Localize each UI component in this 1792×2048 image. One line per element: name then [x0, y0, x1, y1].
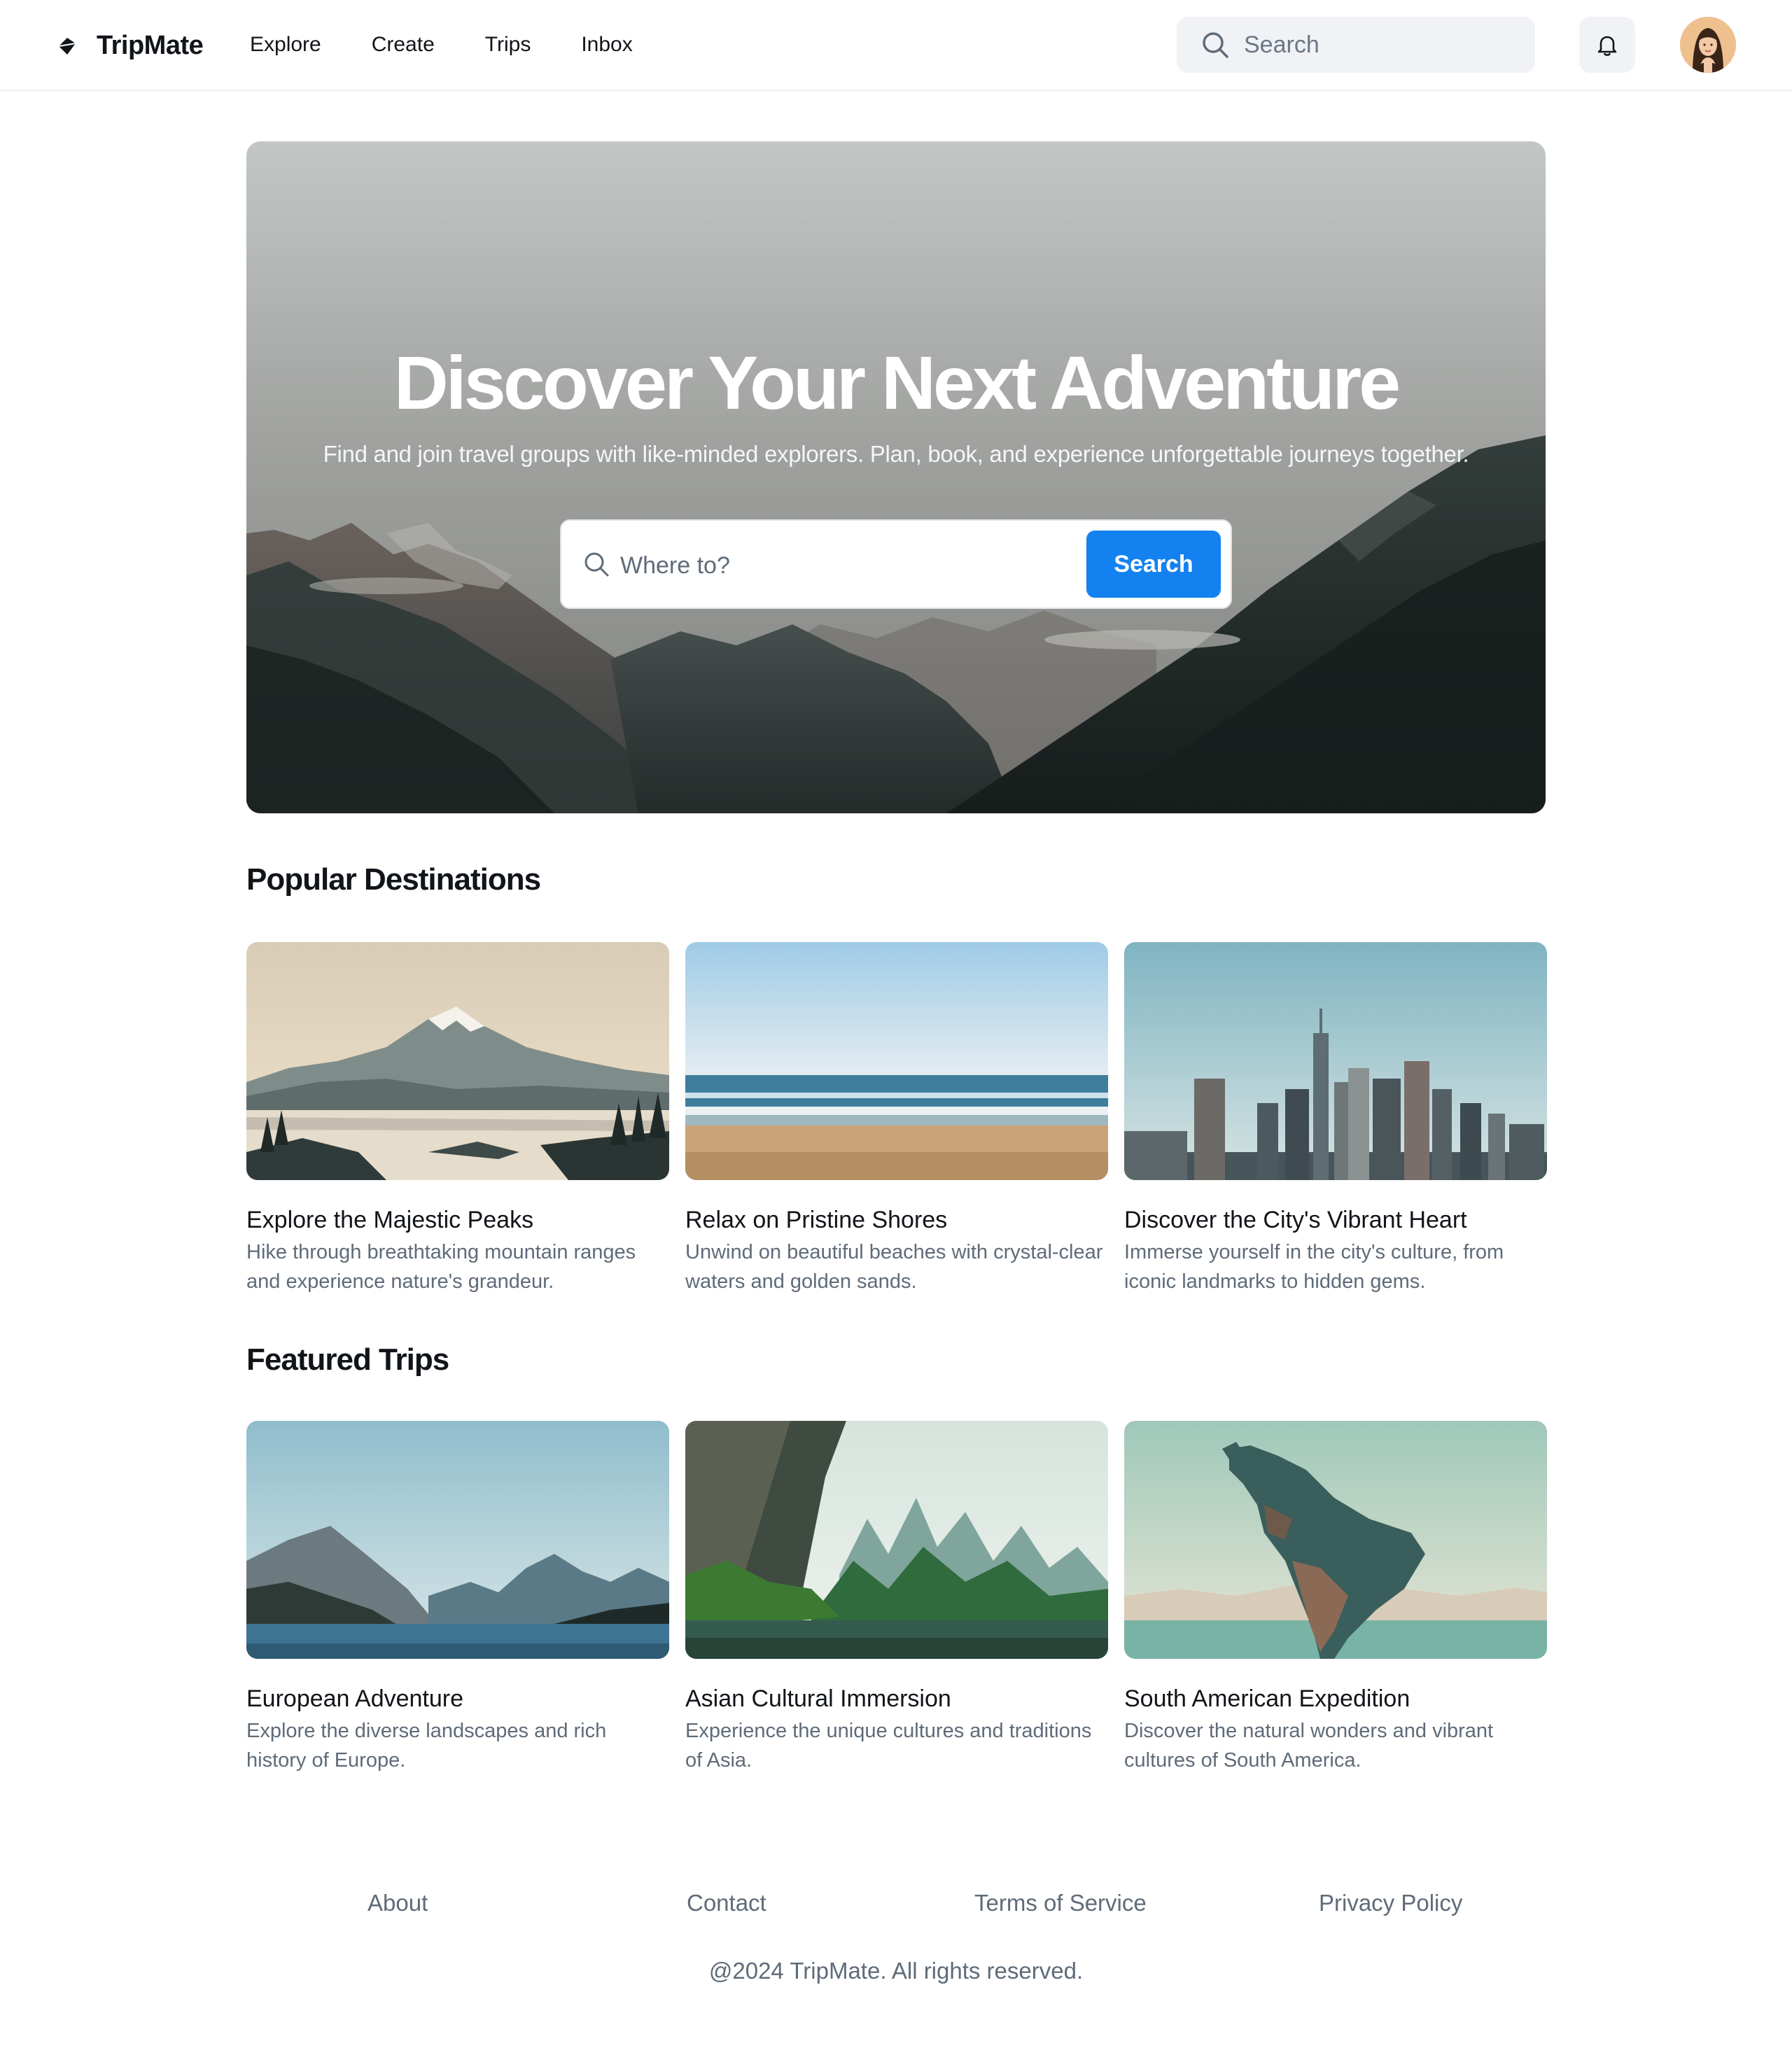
header-search[interactable]	[1177, 17, 1535, 73]
card-description: Unwind on beautiful beaches with crystal…	[685, 1241, 1103, 1293]
peaks-image	[246, 942, 669, 1180]
header-search-input[interactable]	[1244, 31, 1510, 59]
footer-link-about[interactable]: About	[368, 1890, 428, 1916]
nav-explore[interactable]: Explore	[250, 29, 321, 60]
south-america-image	[1124, 1421, 1547, 1659]
search-icon	[584, 552, 609, 577]
bell-icon	[1597, 36, 1617, 56]
popular-destinations-heading: Popular Destinations	[246, 862, 541, 897]
city-image	[1124, 942, 1547, 1180]
hero-title: Discover Your Next Adventure	[393, 340, 1401, 425]
hero-search-button[interactable]: Search	[1086, 531, 1221, 598]
user-avatar[interactable]	[1680, 17, 1736, 73]
trip-card-europe[interactable]: European Adventure Explore the diverse l…	[246, 1421, 669, 1775]
hero-mountain-image	[246, 141, 1546, 813]
card-title: European Adventure	[246, 1685, 464, 1712]
hero-banner: Discover Your Next Adventure Find and jo…	[246, 141, 1546, 813]
trip-card-asia[interactable]: Asian Cultural Immersion Experience the …	[685, 1421, 1108, 1775]
beach-image	[685, 942, 1108, 1180]
footer-link-contact[interactable]: Contact	[687, 1890, 766, 1916]
nav-create[interactable]: Create	[372, 29, 435, 60]
brand-name: TripMate	[97, 31, 204, 60]
destination-card-shores[interactable]: Relax on Pristine Shores Unwind on beaut…	[685, 942, 1108, 1296]
europe-image	[246, 1421, 669, 1659]
destination-search-box: Search	[560, 519, 1232, 609]
featured-trips-heading: Featured Trips	[246, 1342, 449, 1377]
card-description: Experience the unique cultures and tradi…	[685, 1720, 1092, 1772]
card-title: Discover the City's Vibrant Heart	[1124, 1207, 1467, 1233]
top-header: TripMate Explore Create Trips Inbox	[0, 0, 1792, 91]
card-title: Asian Cultural Immersion	[685, 1685, 951, 1712]
nav-trips[interactable]: Trips	[485, 29, 531, 60]
main-nav: Explore Create Trips Inbox	[250, 29, 683, 60]
search-icon	[1203, 32, 1228, 58]
card-description: Hike through breathtaking mountain range…	[246, 1241, 636, 1293]
card-description: Explore the diverse landscapes and rich …	[246, 1720, 607, 1772]
destination-card-peaks[interactable]: Explore the Majestic Peaks Hike through …	[246, 942, 669, 1296]
footer-link-privacy[interactable]: Privacy Policy	[1319, 1890, 1462, 1916]
destination-input[interactable]	[620, 545, 1054, 587]
brand-logo[interactable]: TripMate	[55, 31, 204, 61]
destination-card-city[interactable]: Discover the City's Vibrant Heart Immers…	[1124, 942, 1547, 1296]
logo-icon	[58, 37, 76, 55]
card-description: Discover the natural wonders and vibrant…	[1124, 1720, 1494, 1772]
card-description: Immerse yourself in the city's culture, …	[1124, 1241, 1504, 1293]
copyright-text: @2024 TripMate. All rights reserved.	[708, 1958, 1084, 1984]
card-title: South American Expedition	[1124, 1685, 1410, 1712]
notifications-button[interactable]	[1579, 17, 1635, 73]
asia-image	[685, 1421, 1108, 1659]
card-title: Explore the Majestic Peaks	[246, 1207, 534, 1233]
card-title: Relax on Pristine Shores	[685, 1207, 948, 1233]
nav-inbox[interactable]: Inbox	[581, 29, 632, 60]
avatar-icon	[1680, 17, 1736, 73]
trip-card-south-america[interactable]: South American Expedition Discover the n…	[1124, 1421, 1547, 1775]
footer-link-terms[interactable]: Terms of Service	[974, 1890, 1147, 1916]
hero-subtitle: Find and join travel groups with like-mi…	[323, 441, 1469, 467]
